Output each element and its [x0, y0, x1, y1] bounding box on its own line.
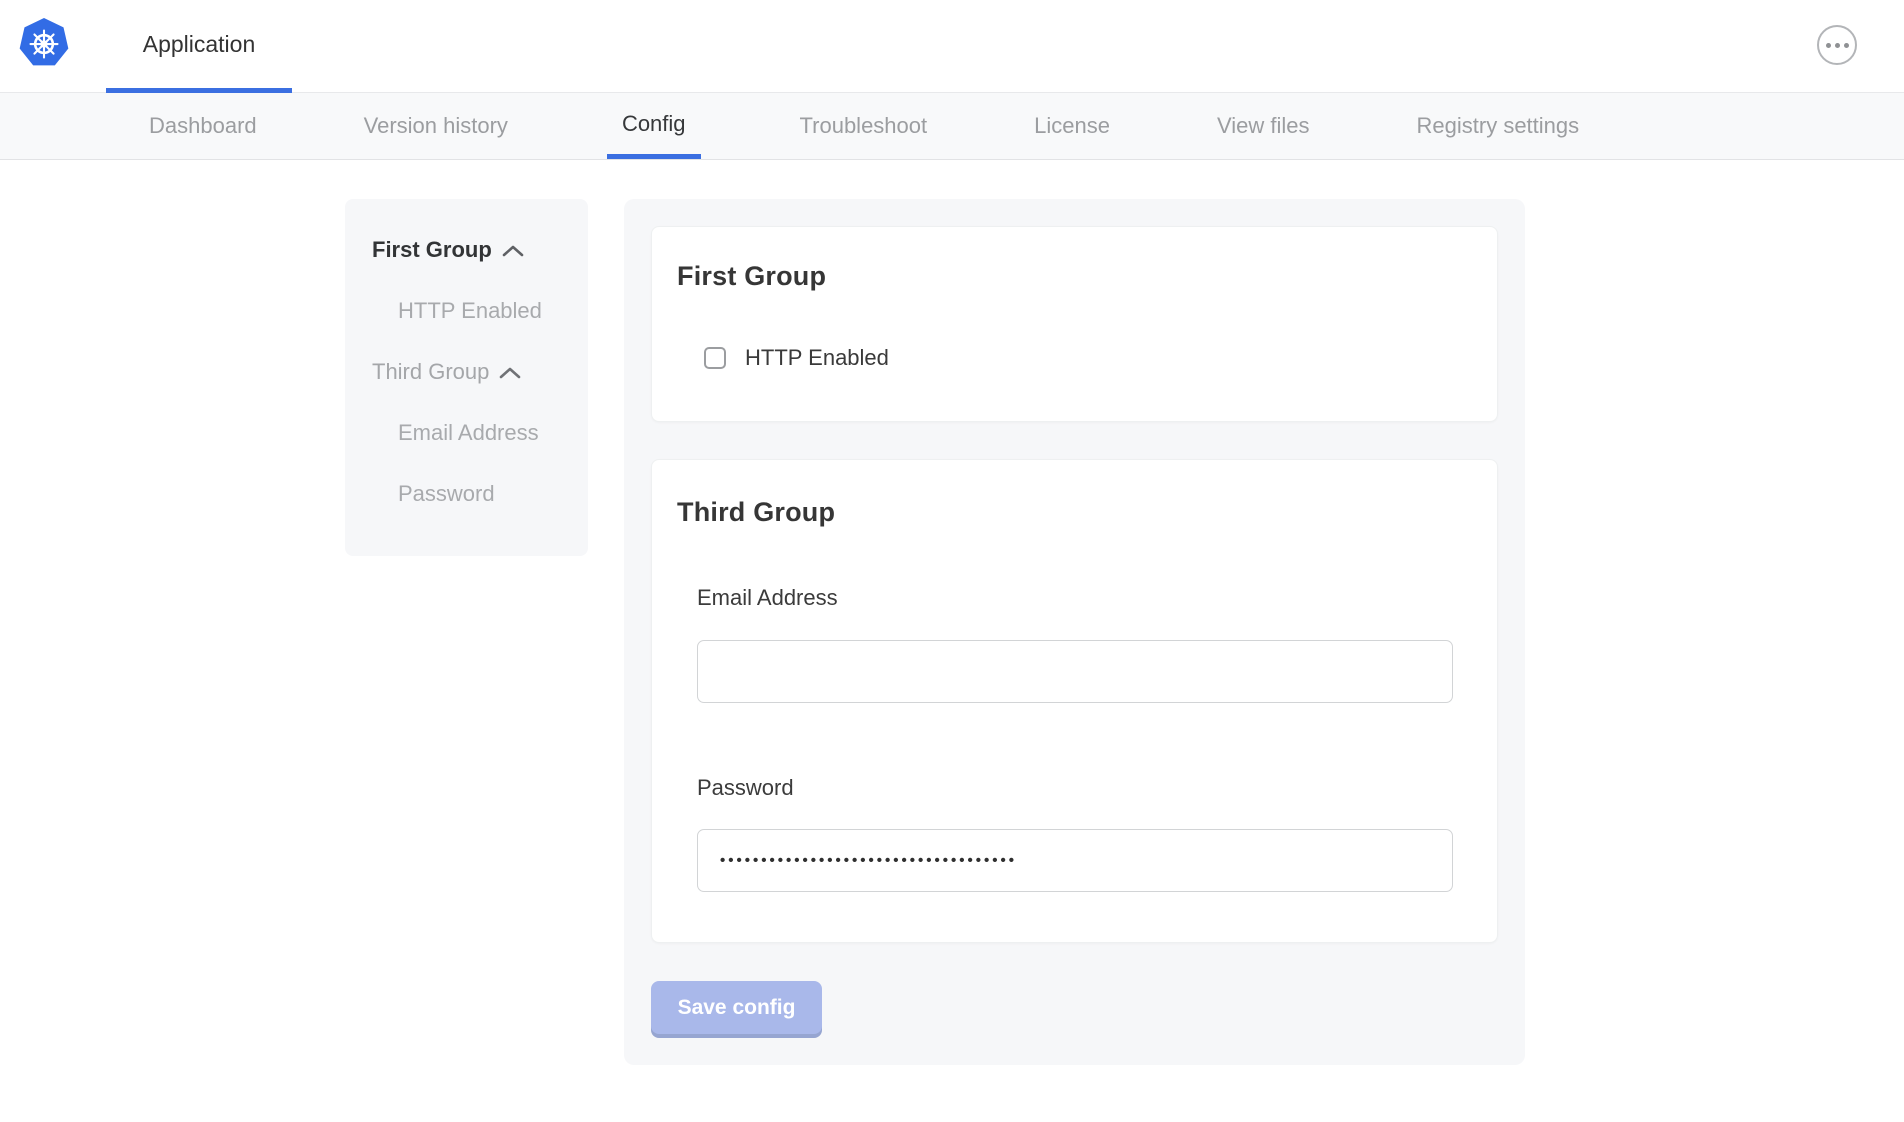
tab-registry-settings[interactable]: Registry settings: [1409, 93, 1588, 159]
http-enabled-field[interactable]: HTTP Enabled: [704, 345, 889, 371]
app-subnav: Dashboard Version history Config Trouble…: [0, 93, 1904, 160]
tab-version-history[interactable]: Version history: [356, 93, 516, 159]
chevron-up-icon: [502, 244, 524, 258]
sidebar-item-http-enabled[interactable]: HTTP Enabled: [345, 280, 588, 341]
tab-dashboard[interactable]: Dashboard: [141, 93, 265, 159]
http-enabled-checkbox[interactable]: [704, 347, 726, 369]
checkbox-label: HTTP Enabled: [745, 345, 889, 371]
sidebar-group-first-group[interactable]: First Group: [345, 219, 588, 280]
email-address-label: Email Address: [697, 585, 838, 611]
group-title: First Group: [677, 261, 826, 292]
email-address-input[interactable]: [697, 640, 1453, 703]
save-config-button[interactable]: Save config: [651, 981, 822, 1034]
config-group-card-third-group: Third Group Email Address Password: [651, 459, 1498, 943]
tab-troubleshoot[interactable]: Troubleshoot: [792, 93, 936, 159]
group-title: Third Group: [677, 497, 835, 528]
ellipsis-menu-icon[interactable]: [1817, 25, 1857, 65]
kubernetes-logo-icon: [18, 17, 70, 69]
chevron-up-icon: [499, 366, 521, 380]
tab-license[interactable]: License: [1026, 93, 1118, 159]
sidebar-group-third-group[interactable]: Third Group: [345, 341, 588, 402]
sidebar-item-email-address[interactable]: Email Address: [345, 402, 588, 463]
sidebar-item-label: Password: [398, 481, 495, 507]
config-sidebar: First Group HTTP Enabled Third Group Ema…: [345, 199, 588, 556]
sidebar-item-password[interactable]: Password: [345, 463, 588, 524]
sidebar-group-label: First Group: [372, 237, 492, 263]
config-main-panel: First Group HTTP Enabled Third Group Ema…: [624, 199, 1525, 1065]
sidebar-group-label: Third Group: [372, 359, 489, 385]
password-input[interactable]: [697, 829, 1453, 892]
app-header: Application: [0, 0, 1904, 93]
tab-config[interactable]: Config: [607, 93, 701, 159]
sidebar-item-label: HTTP Enabled: [398, 298, 542, 324]
sidebar-item-label: Email Address: [398, 420, 539, 446]
config-group-card-first-group: First Group HTTP Enabled: [651, 226, 1498, 422]
config-page: Application Dashboard Version history Co…: [0, 0, 1904, 1122]
password-label: Password: [697, 775, 794, 801]
tab-application[interactable]: Application: [106, 0, 292, 93]
tab-view-files[interactable]: View files: [1209, 93, 1318, 159]
